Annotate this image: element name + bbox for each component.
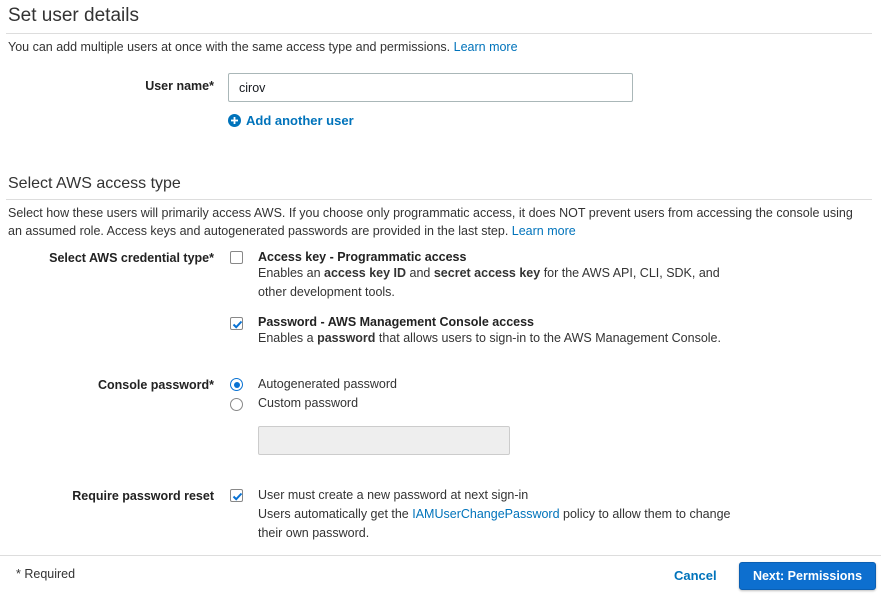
console-access-option: Password - AWS Management Console access… xyxy=(258,315,758,348)
section-description: You can add multiple users at once with … xyxy=(8,40,518,54)
credential-type-label: Select AWS credential type* xyxy=(49,251,214,265)
console-password-label: Console password* xyxy=(98,378,214,392)
title-divider xyxy=(6,33,872,34)
access-key-description: Enables an access key ID and secret acce… xyxy=(258,266,720,299)
console-access-description: Enables a password that allows users to … xyxy=(258,331,721,345)
learn-more-link-2[interactable]: Learn more xyxy=(512,224,576,238)
custom-password-label: Custom password xyxy=(258,396,359,410)
autogenerated-password-radio[interactable] xyxy=(230,378,243,391)
require-reset-label: Require password reset xyxy=(72,489,214,503)
access-type-divider xyxy=(6,199,872,200)
plus-circle-icon xyxy=(228,114,241,127)
checkmark-icon xyxy=(232,320,243,329)
user-name-input[interactable] xyxy=(228,73,633,102)
page-title: Set user details xyxy=(8,5,139,26)
checkmark-icon xyxy=(232,492,243,501)
footer-divider xyxy=(0,555,881,556)
custom-password-radio[interactable] xyxy=(230,398,243,411)
access-key-checkbox[interactable] xyxy=(230,251,243,264)
cancel-button[interactable]: Cancel xyxy=(674,568,717,583)
user-name-label: User name* xyxy=(145,79,214,93)
require-reset-checkbox[interactable] xyxy=(230,489,243,502)
add-another-user-button[interactable]: Add another user xyxy=(228,113,354,128)
autogenerated-password-label: Autogenerated password xyxy=(258,377,397,391)
access-key-title: Access key - Programmatic access xyxy=(258,250,467,264)
learn-more-link[interactable]: Learn more xyxy=(454,40,518,54)
access-type-title: Select AWS access type xyxy=(8,175,181,192)
iam-policy-link[interactable]: IAMUserChangePassword xyxy=(412,507,559,521)
next-permissions-button[interactable]: Next: Permissions xyxy=(739,562,876,590)
required-note: * Required xyxy=(16,567,76,581)
require-reset-description: User must create a new password at next … xyxy=(258,488,731,540)
access-type-description: Select how these users will primarily ac… xyxy=(8,206,853,238)
console-access-title: Password - AWS Management Console access xyxy=(258,315,535,329)
access-key-option: Access key - Programmatic access Enables… xyxy=(258,250,738,302)
add-another-user-label: Add another user xyxy=(246,113,354,128)
custom-password-input[interactable] xyxy=(258,426,510,455)
console-access-checkbox[interactable] xyxy=(230,317,243,330)
